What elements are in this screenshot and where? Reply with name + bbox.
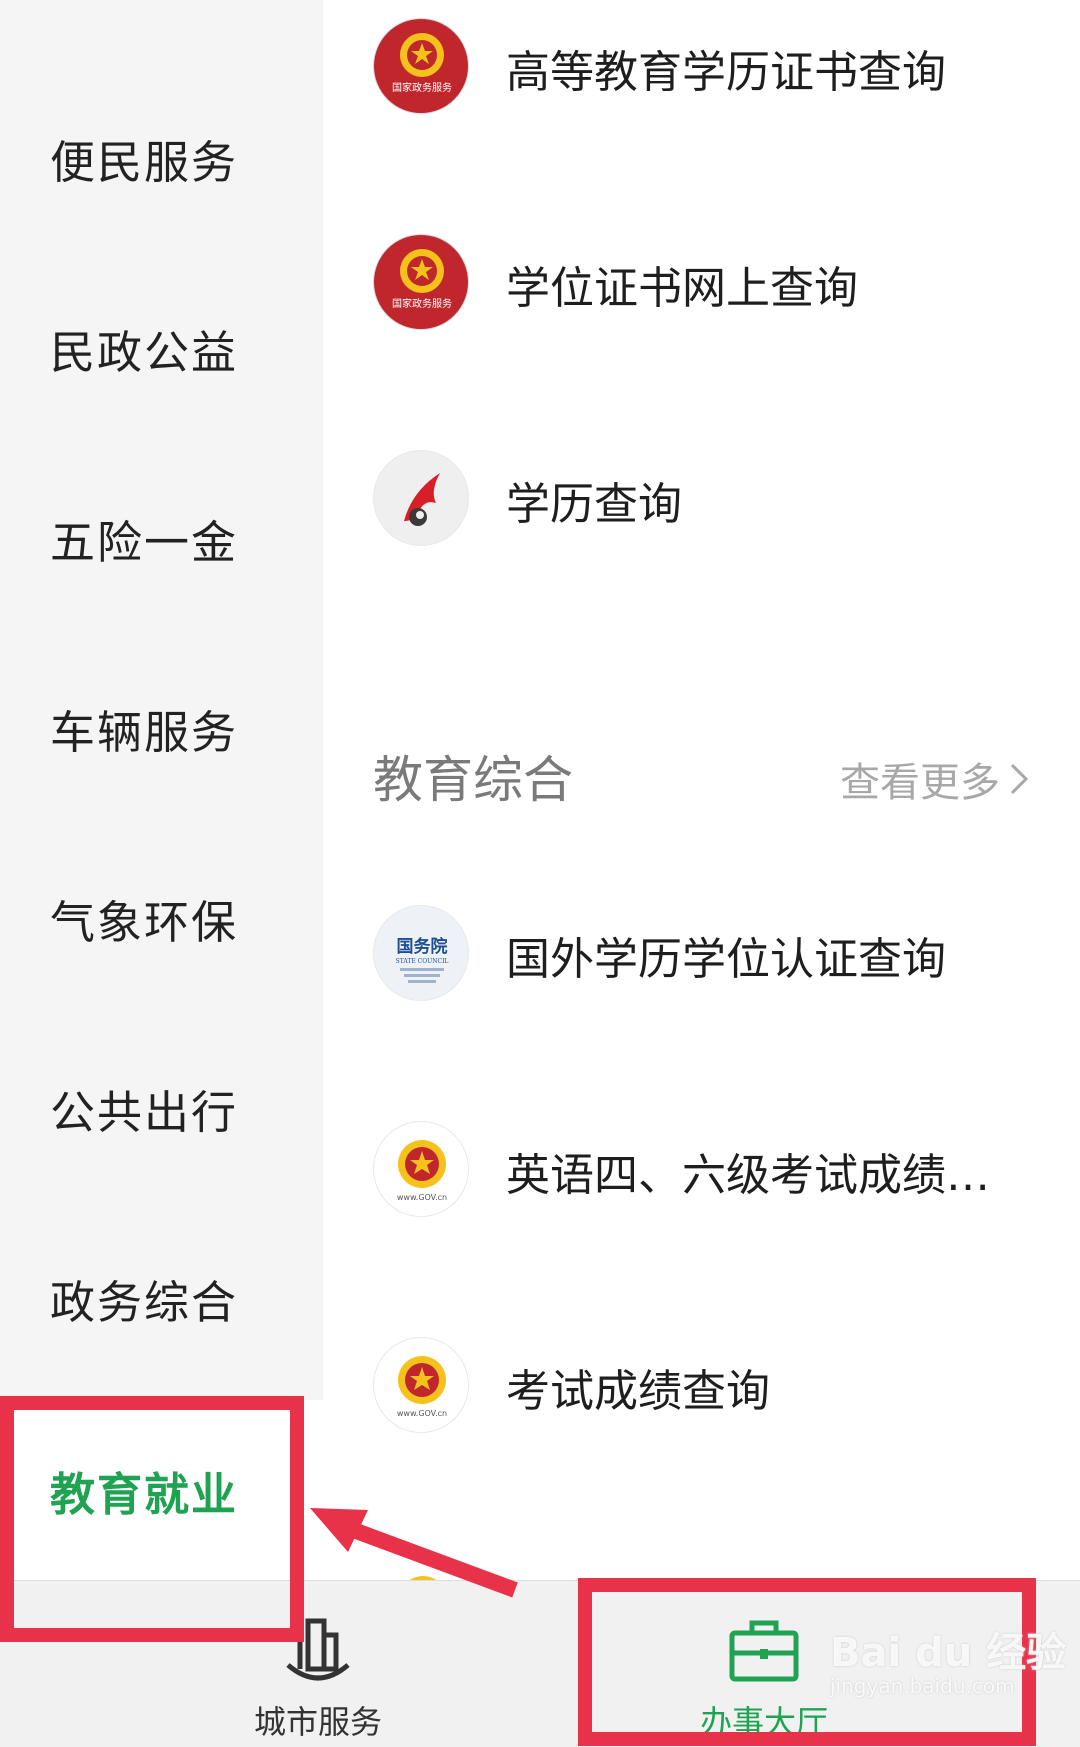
watermark-brand: Bai du 经验	[830, 1630, 1067, 1676]
highlight-box-education	[0, 1396, 304, 1642]
icon-caption: www.GOV.cn	[397, 1409, 447, 1418]
sidebar-item-label: 民政公益	[50, 325, 239, 379]
list-item-label: 学位证书网上查询	[506, 263, 858, 314]
baidu-jingyan-watermark: Bai du 经验 jingyan.baidu.com	[830, 1620, 1066, 1698]
sidebar-item-label: 公共出行	[50, 1085, 239, 1139]
icon-subcaption: STATE COUNCIL	[396, 958, 449, 965]
gov-cn-emblem-icon: www.GOV.cn	[373, 1337, 469, 1433]
national-emblem-gov-service-icon: 国家政务服务	[373, 234, 469, 330]
sidebar-item-weather-env[interactable]: 气象环保	[0, 828, 323, 1008]
tab-label: 城市服务	[253, 1703, 382, 1741]
sidebar-item-label: 气象环保	[50, 895, 239, 949]
list-item-label: 高等教育学历证书查询	[506, 47, 946, 98]
list-item-label: 国外学历学位认证查询	[506, 934, 946, 985]
sidebar-item-convenience[interactable]: 便民服务	[0, 68, 323, 248]
national-emblem-gov-service-icon: 国家政务服务	[373, 18, 469, 114]
list-item-foreign-degree[interactable]: 国务院 STATE COUNCIL 国外学历学位认证查询	[323, 865, 1080, 1045]
sidebar-item-label: 便民服务	[50, 135, 239, 189]
state-council-logo-icon: 国务院 STATE COUNCIL	[373, 905, 469, 1001]
section-title: 教育综合	[373, 751, 573, 809]
sidebar-item-transit[interactable]: 公共出行	[0, 1018, 323, 1198]
icon-caption: www.GOV.cn	[397, 1193, 447, 1202]
list-item-label: 考试成绩查询	[506, 1366, 770, 1417]
icon-caption: 国家政务服务	[392, 297, 452, 310]
gov-cn-emblem-icon: www.GOV.cn	[373, 1121, 469, 1217]
red-bird-logo-icon	[373, 450, 469, 546]
list-item-label: 学历查询	[506, 479, 682, 530]
sidebar-item-social-insurance[interactable]: 五险一金	[0, 448, 323, 628]
view-more-label: 查看更多	[840, 760, 1000, 806]
annotation-arrow-icon	[310, 1508, 518, 1598]
icon-caption: 国家政务服务	[392, 81, 452, 94]
list-item-label: 英语四、六级考试成绩…	[506, 1150, 990, 1201]
sidebar-item-label: 政务综合	[50, 1275, 239, 1329]
sidebar-item-civil-affairs[interactable]: 民政公益	[0, 258, 323, 438]
list-item-cet-score[interactable]: www.GOV.cn 英语四、六级考试成绩…	[323, 1081, 1080, 1261]
icon-caption: 国务院	[397, 936, 448, 957]
list-item-degree-online[interactable]: 国家政务服务 学位证书网上查询	[323, 194, 1080, 374]
chevron-right-icon	[1010, 763, 1029, 795]
list-item-exam-score[interactable]: www.GOV.cn 考试成绩查询	[323, 1297, 1080, 1477]
view-more-link[interactable]: 查看更多	[840, 750, 1030, 808]
list-item-education-query[interactable]: 学历查询	[323, 410, 1080, 590]
category-sidebar: 便民服务 民政公益 五险一金 车辆服务 气象环保 公共出行 政务综合 教育就业	[0, 0, 323, 1580]
watermark-url: jingyan.baidu.com	[830, 1674, 1015, 1698]
list-item-degree-cert[interactable]: 国家政务服务 高等教育学历证书查询	[323, 0, 1080, 158]
sidebar-item-vehicle[interactable]: 车辆服务	[0, 638, 323, 818]
sidebar-item-government[interactable]: 政务综合	[0, 1208, 323, 1388]
service-list: 国家政务服务 高等教育学历证书查询 国家政务服务 学位证书网上查询 学历查询 教…	[323, 0, 1080, 1580]
sidebar-item-label: 车辆服务	[50, 705, 239, 759]
sidebar-item-label: 五险一金	[50, 515, 239, 569]
